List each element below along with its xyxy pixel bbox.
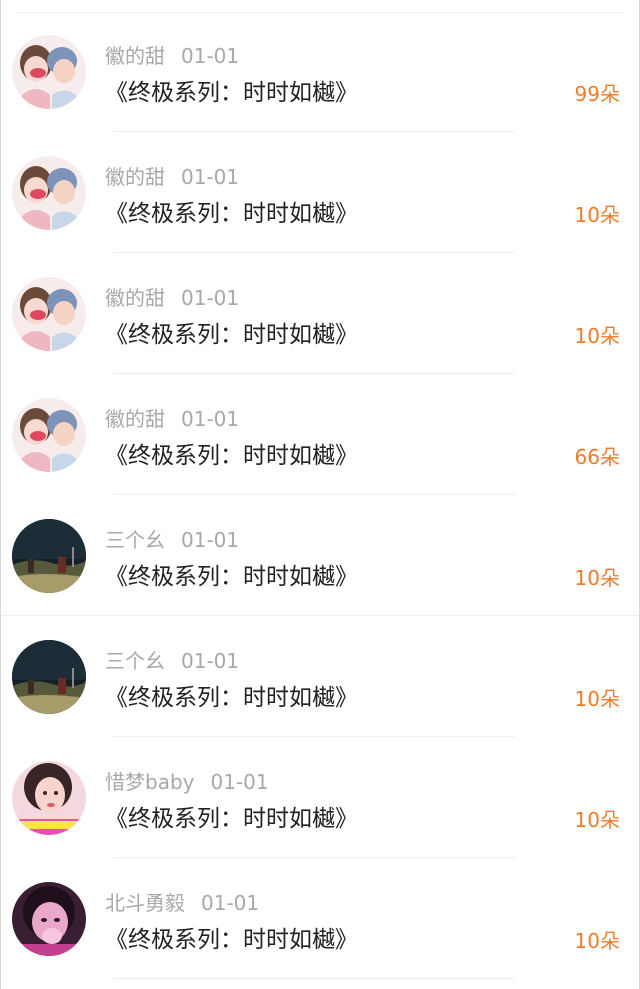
date: 01-01 [181,407,240,431]
dark-landscape-avatar-icon [12,640,86,714]
avatar[interactable] [12,882,86,956]
username[interactable]: 徽的甜 [105,407,165,431]
list-item[interactable]: 三个幺 01-01 《终极系列：时时如樾》 10朵 [1,495,639,616]
girl-pink-portrait-avatar-icon [12,882,86,956]
username[interactable]: 三个幺 [105,649,165,673]
flower-count: 10朵 [574,687,620,711]
flower-count: 66朵 [574,445,620,469]
flower-count: 10朵 [574,203,620,227]
flower-count: 10朵 [574,566,620,590]
username[interactable]: 三个幺 [105,528,165,552]
list-item[interactable]: 惜梦baby 01-01 《终极系列：时时如樾》 10朵 [1,737,639,858]
date: 01-01 [210,770,269,794]
username[interactable]: 徽的甜 [105,44,165,68]
avatar[interactable] [12,640,86,714]
divider [113,978,515,979]
meta: 北斗勇毅 01-01 [105,887,259,916]
list-item[interactable]: 徽的甜 01-01 《终极系列：时时如樾》 66朵 [1,374,639,495]
list-item[interactable]: 徽的甜 01-01 《终极系列：时时如樾》 99朵 [1,11,639,132]
date: 01-01 [181,286,240,310]
date: 01-01 [181,528,240,552]
item-title[interactable]: 《终极系列：时时如樾》 [105,799,358,833]
meta: 惜梦baby 01-01 [105,766,269,795]
item-title[interactable]: 《终极系列：时时如樾》 [105,920,358,954]
date: 01-01 [201,891,260,915]
cartoon-couple-avatar-icon [12,156,86,230]
cartoon-couple-avatar-icon [12,398,86,472]
avatar[interactable] [12,519,86,593]
meta: 三个幺 01-01 [105,524,239,553]
item-title[interactable]: 《终极系列：时时如樾》 [105,678,358,712]
item-title[interactable]: 《终极系列：时时如樾》 [105,315,358,349]
meta: 三个幺 01-01 [105,645,239,674]
username[interactable]: 北斗勇毅 [105,891,185,915]
date: 01-01 [181,165,240,189]
username[interactable]: 徽的甜 [105,286,165,310]
item-title[interactable]: 《终极系列：时时如樾》 [105,557,358,591]
dark-landscape-avatar-icon [12,519,86,593]
flower-count: 99朵 [574,82,620,106]
girl-portrait-avatar-icon [12,761,86,835]
avatar[interactable] [12,761,86,835]
cartoon-couple-avatar-icon [12,277,86,351]
date: 01-01 [181,44,240,68]
flower-count: 10朵 [574,808,620,832]
meta: 徽的甜 01-01 [105,40,239,69]
item-title[interactable]: 《终极系列：时时如樾》 [105,194,358,228]
list-item[interactable]: 徽的甜 01-01 《终极系列：时时如樾》 10朵 [1,253,639,374]
cartoon-couple-avatar-icon [12,35,86,109]
item-title[interactable]: 《终极系列：时时如樾》 [105,436,358,470]
list-item[interactable]: 徽的甜 01-01 《终极系列：时时如樾》 10朵 [1,132,639,253]
item-title[interactable]: 《终极系列：时时如樾》 [105,73,358,107]
flower-count: 10朵 [574,324,620,348]
meta: 徽的甜 01-01 [105,403,239,432]
meta: 徽的甜 01-01 [105,161,239,190]
list-item[interactable]: 北斗勇毅 01-01 《终极系列：时时如樾》 10朵 [1,858,639,979]
avatar[interactable] [12,277,86,351]
avatar[interactable] [12,398,86,472]
username[interactable]: 徽的甜 [105,165,165,189]
flower-count: 10朵 [574,929,620,953]
meta: 徽的甜 01-01 [105,282,239,311]
avatar[interactable] [12,35,86,109]
avatar[interactable] [12,156,86,230]
list-item[interactable]: 三个幺 01-01 《终极系列：时时如樾》 10朵 [1,616,639,737]
username[interactable]: 惜梦baby [105,770,194,794]
date: 01-01 [181,649,240,673]
